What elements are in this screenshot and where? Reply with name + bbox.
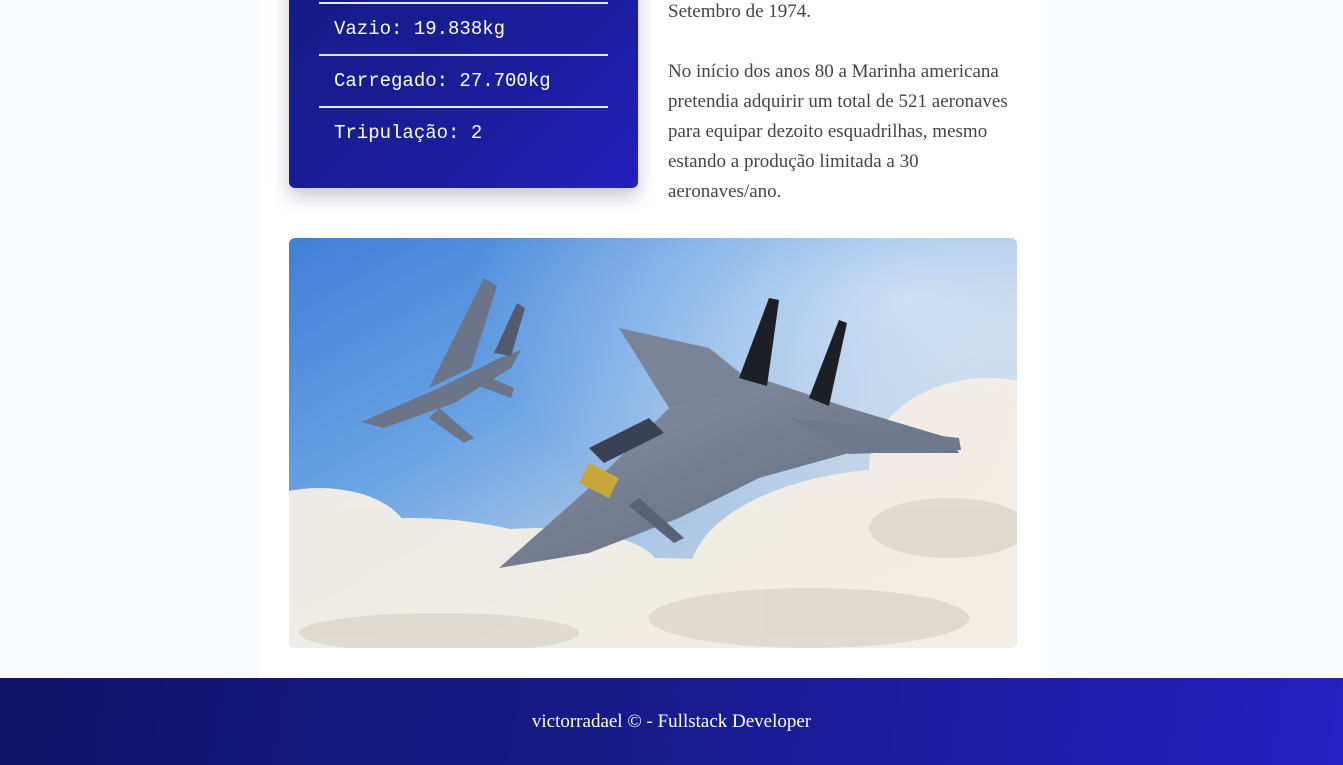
jets-illustration — [289, 238, 1017, 648]
article-paragraph-2: No início dos anos 80 a Marinha american… — [668, 61, 1008, 202]
footer-credit: victorradael © - Fullstack Developer — [531, 711, 812, 732]
article-paragraph-1: Setembro de 1974. — [668, 1, 812, 22]
hero-image-jets — [289, 238, 1017, 648]
spec-row-loaded-weight: Carregado: 27.700kg — [319, 54, 608, 106]
spec-row-crew: Tripulação: 2 — [319, 106, 608, 158]
spec-row-empty-weight: Vazio: 19.838kg — [319, 2, 608, 54]
footer: victorradael © - Fullstack Developer — [0, 678, 1343, 765]
spec-empty-weight: Vazio: 19.838kg — [334, 18, 506, 40]
page: Vazio: 19.838kg Carregado: 27.700kg Trip… — [0, 0, 1343, 765]
spec-crew: Tripulação: 2 — [334, 122, 483, 144]
specifications-box: Vazio: 19.838kg Carregado: 27.700kg Trip… — [289, 0, 638, 188]
spec-loaded-weight: Carregado: 27.700kg — [334, 70, 551, 92]
